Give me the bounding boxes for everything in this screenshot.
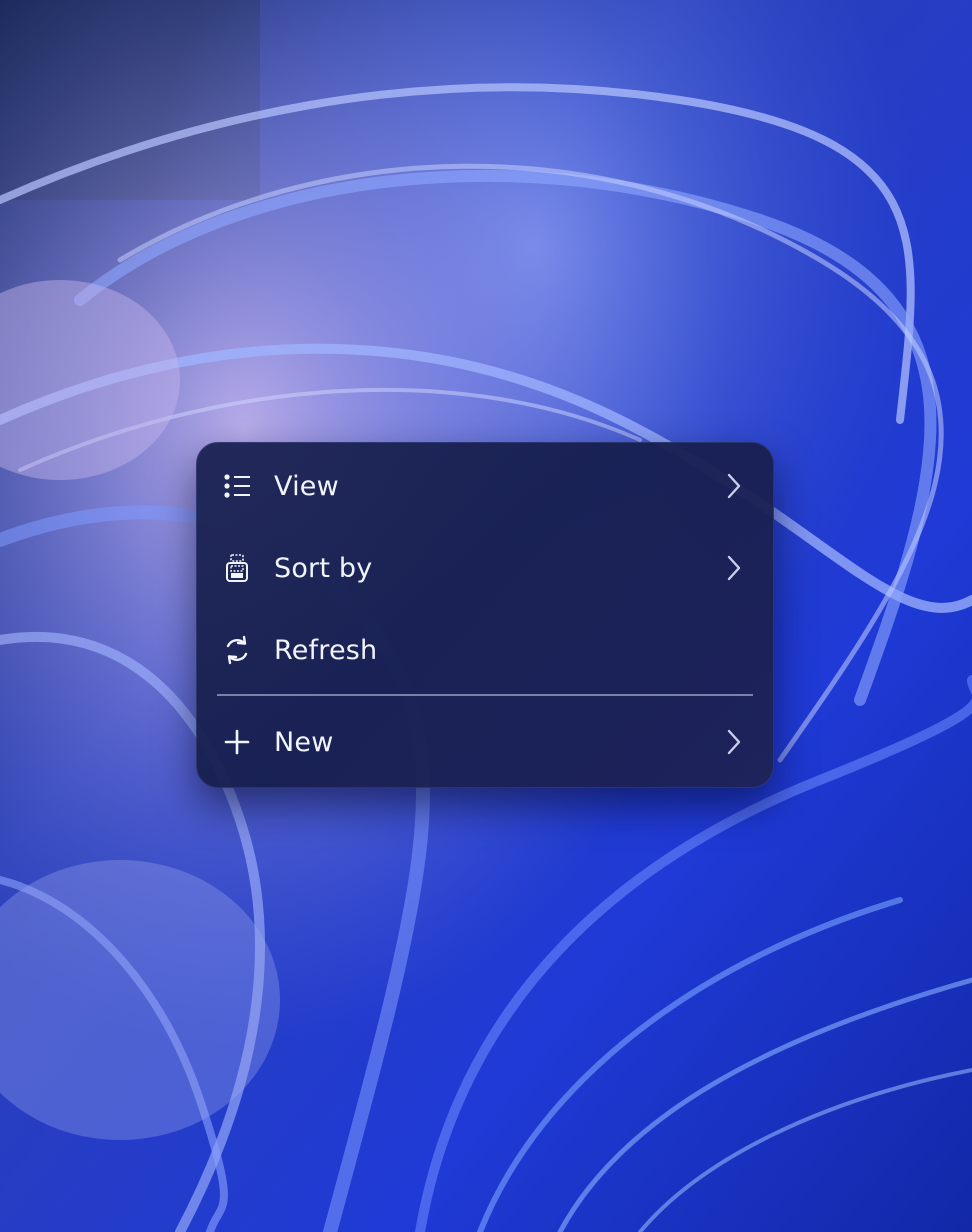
- menu-item-new[interactable]: New: [196, 702, 774, 782]
- desktop-context-menu: View Sort by Refresh New: [196, 442, 774, 788]
- chevron-right-icon: [724, 553, 744, 583]
- chevron-right-icon: [724, 471, 744, 501]
- menu-item-label: New: [274, 726, 334, 758]
- menu-item-view[interactable]: View: [196, 446, 774, 526]
- sort-icon: [222, 553, 252, 583]
- menu-item-label: Sort by: [274, 552, 373, 584]
- menu-item-sort-by[interactable]: Sort by: [196, 528, 774, 608]
- menu-item-label: Refresh: [274, 634, 378, 666]
- menu-item-refresh[interactable]: Refresh: [196, 610, 774, 690]
- menu-separator: [217, 694, 753, 696]
- refresh-icon: [222, 635, 252, 665]
- menu-item-label: View: [274, 470, 339, 502]
- plus-icon: [222, 727, 252, 757]
- chevron-right-icon: [724, 727, 744, 757]
- list-view-icon: [222, 471, 252, 501]
